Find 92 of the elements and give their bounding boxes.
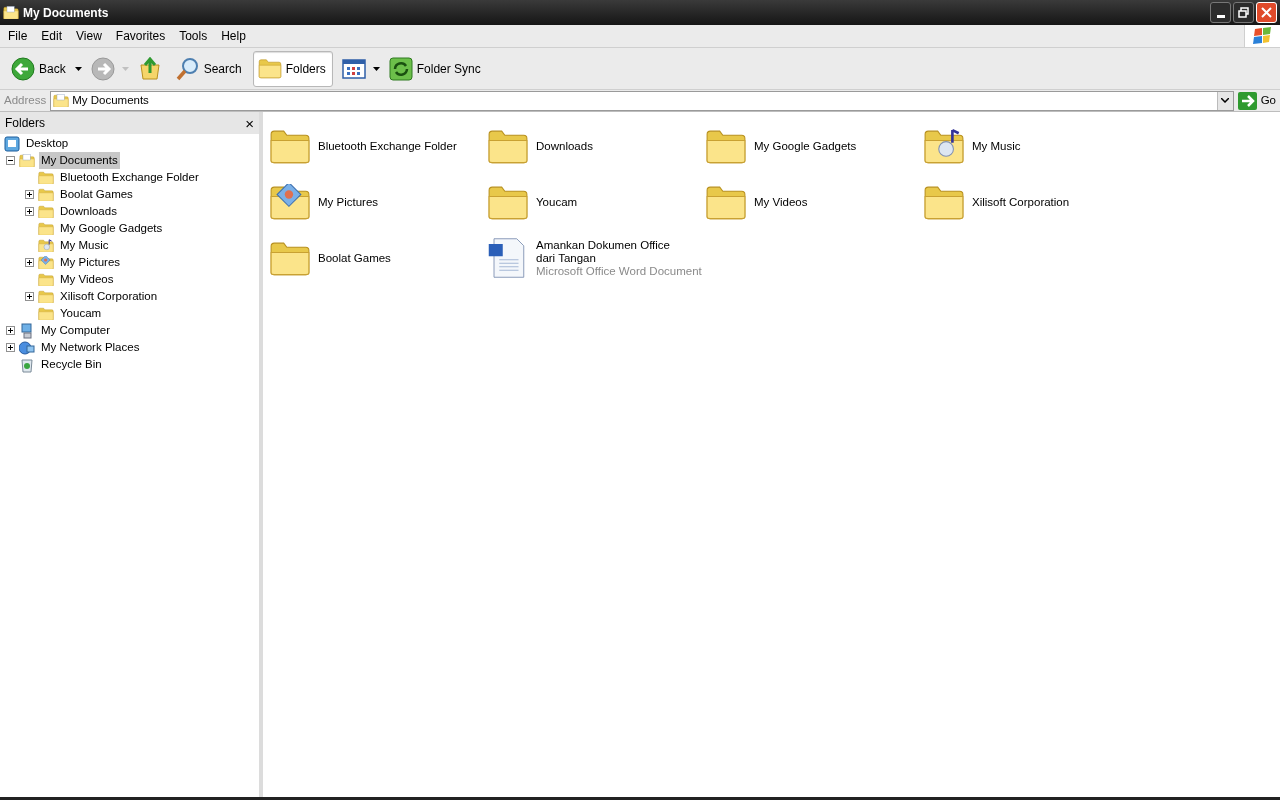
pane-title: Folders bbox=[5, 115, 45, 132]
search-icon bbox=[175, 56, 200, 81]
chevron-down-icon bbox=[1221, 98, 1230, 103]
tree-item[interactable]: Xilisoft Corporation bbox=[58, 287, 160, 306]
file-name[interactable]: Amankan Dokumen Office dari Tangan bbox=[536, 238, 686, 265]
folder-icon bbox=[38, 170, 54, 185]
tree-item[interactable]: My Computer bbox=[39, 321, 113, 340]
pictures-folder-icon bbox=[38, 255, 54, 270]
folder-icon bbox=[38, 204, 54, 219]
file-name[interactable]: Boolat Games bbox=[318, 251, 391, 265]
sync-icon bbox=[388, 56, 413, 81]
tree-item[interactable]: Boolat Games bbox=[58, 185, 135, 204]
expand-toggle[interactable] bbox=[25, 190, 34, 199]
folder-icon bbox=[38, 272, 54, 287]
dropdown-button[interactable] bbox=[1216, 91, 1233, 110]
caret-icon bbox=[372, 66, 380, 71]
address-value: My Documents bbox=[72, 92, 149, 108]
tree-item[interactable]: Desktop bbox=[24, 134, 71, 153]
views-icon bbox=[341, 58, 366, 79]
file-name[interactable]: My Pictures bbox=[318, 195, 379, 209]
menu-item[interactable]: File bbox=[2, 25, 34, 47]
file-name[interactable]: Downloads bbox=[536, 139, 593, 153]
folder-icon bbox=[269, 128, 311, 164]
tree-item[interactable]: My Google Gadgets bbox=[58, 219, 165, 238]
folder-icon bbox=[257, 58, 282, 79]
documents-folder-icon bbox=[3, 5, 19, 20]
collapse-toggle[interactable] bbox=[6, 156, 15, 165]
minimize-icon bbox=[1216, 15, 1225, 18]
folder-icon bbox=[38, 221, 54, 236]
tree-item[interactable]: Downloads bbox=[58, 202, 119, 221]
search-button[interactable]: Search bbox=[170, 50, 249, 87]
tree-item[interactable]: Bluetooth Exchange Folder bbox=[58, 168, 201, 187]
file-name[interactable]: My Videos bbox=[754, 195, 808, 209]
file-name[interactable]: Bluetooth Exchange Folder bbox=[318, 139, 457, 153]
folder-icon bbox=[38, 187, 54, 202]
tree-item[interactable]: My Pictures bbox=[58, 253, 123, 272]
documents-folder-icon bbox=[53, 93, 70, 108]
file-name[interactable]: My Google Gadgets bbox=[754, 139, 857, 153]
tree-item[interactable]: My Music bbox=[58, 236, 111, 255]
caret-icon bbox=[74, 66, 82, 71]
tree-item[interactable]: Recycle Bin bbox=[39, 355, 104, 374]
file-type: Microsoft Office Word Document bbox=[536, 264, 702, 278]
folders-button[interactable]: Folders bbox=[252, 50, 333, 87]
tree-item[interactable]: My Videos bbox=[58, 270, 116, 289]
restore-icon bbox=[1238, 7, 1249, 18]
minimize-button[interactable] bbox=[1210, 2, 1231, 23]
expand-toggle[interactable] bbox=[25, 258, 34, 267]
tree-item[interactable]: Youcam bbox=[58, 304, 104, 323]
folder-icon bbox=[269, 240, 311, 276]
file-name[interactable]: My Music bbox=[972, 139, 1021, 153]
folder-icon bbox=[487, 128, 529, 164]
windows-logo-icon bbox=[1252, 27, 1273, 45]
close-button[interactable] bbox=[1256, 2, 1277, 23]
desktop-icon bbox=[4, 135, 20, 152]
folder-icon bbox=[487, 184, 529, 220]
go-button[interactable]: Go bbox=[1233, 90, 1280, 111]
menu-item[interactable]: View bbox=[70, 25, 108, 47]
music-folder-icon bbox=[38, 238, 54, 253]
back-button[interactable]: Back bbox=[6, 50, 73, 87]
file-name[interactable]: Youcam bbox=[536, 195, 578, 209]
menu-item[interactable]: Tools bbox=[173, 25, 214, 47]
menu-item[interactable]: Edit bbox=[35, 25, 69, 47]
folder-icon bbox=[923, 184, 965, 220]
recycle-bin-icon bbox=[19, 356, 35, 373]
arrow-right-icon bbox=[1237, 91, 1257, 110]
tree-item[interactable]: My Network Places bbox=[39, 338, 142, 357]
network-icon bbox=[19, 339, 35, 356]
tree-item[interactable]: My Documents bbox=[39, 151, 120, 170]
window-title: My Documents bbox=[23, 4, 109, 22]
file-name[interactable]: Xilisoft Corporation bbox=[972, 195, 1070, 209]
pictures-folder-icon bbox=[269, 184, 311, 220]
expand-toggle[interactable] bbox=[25, 207, 34, 216]
menu-item[interactable]: Help bbox=[215, 25, 252, 47]
sync-button[interactable]: Folder Sync bbox=[383, 50, 488, 87]
menu-item[interactable]: Favorites bbox=[109, 25, 172, 47]
address-label: Address bbox=[4, 92, 47, 108]
restore-button[interactable] bbox=[1233, 2, 1254, 23]
expand-toggle[interactable] bbox=[25, 292, 34, 301]
folder-up-icon bbox=[137, 56, 162, 81]
computer-icon bbox=[19, 322, 35, 339]
close-pane-button[interactable]: × bbox=[245, 115, 254, 131]
address-field[interactable]: My Documents bbox=[50, 90, 1234, 111]
folder-icon bbox=[38, 306, 54, 321]
close-icon bbox=[1261, 7, 1272, 18]
folder-icon bbox=[705, 184, 747, 220]
folder-icon bbox=[38, 289, 54, 304]
expand-toggle[interactable] bbox=[6, 326, 15, 335]
documents-folder-icon bbox=[19, 153, 35, 168]
music-folder-icon bbox=[923, 128, 965, 164]
folder-icon bbox=[705, 128, 747, 164]
expand-toggle[interactable] bbox=[6, 343, 15, 352]
caret-icon bbox=[121, 66, 129, 71]
